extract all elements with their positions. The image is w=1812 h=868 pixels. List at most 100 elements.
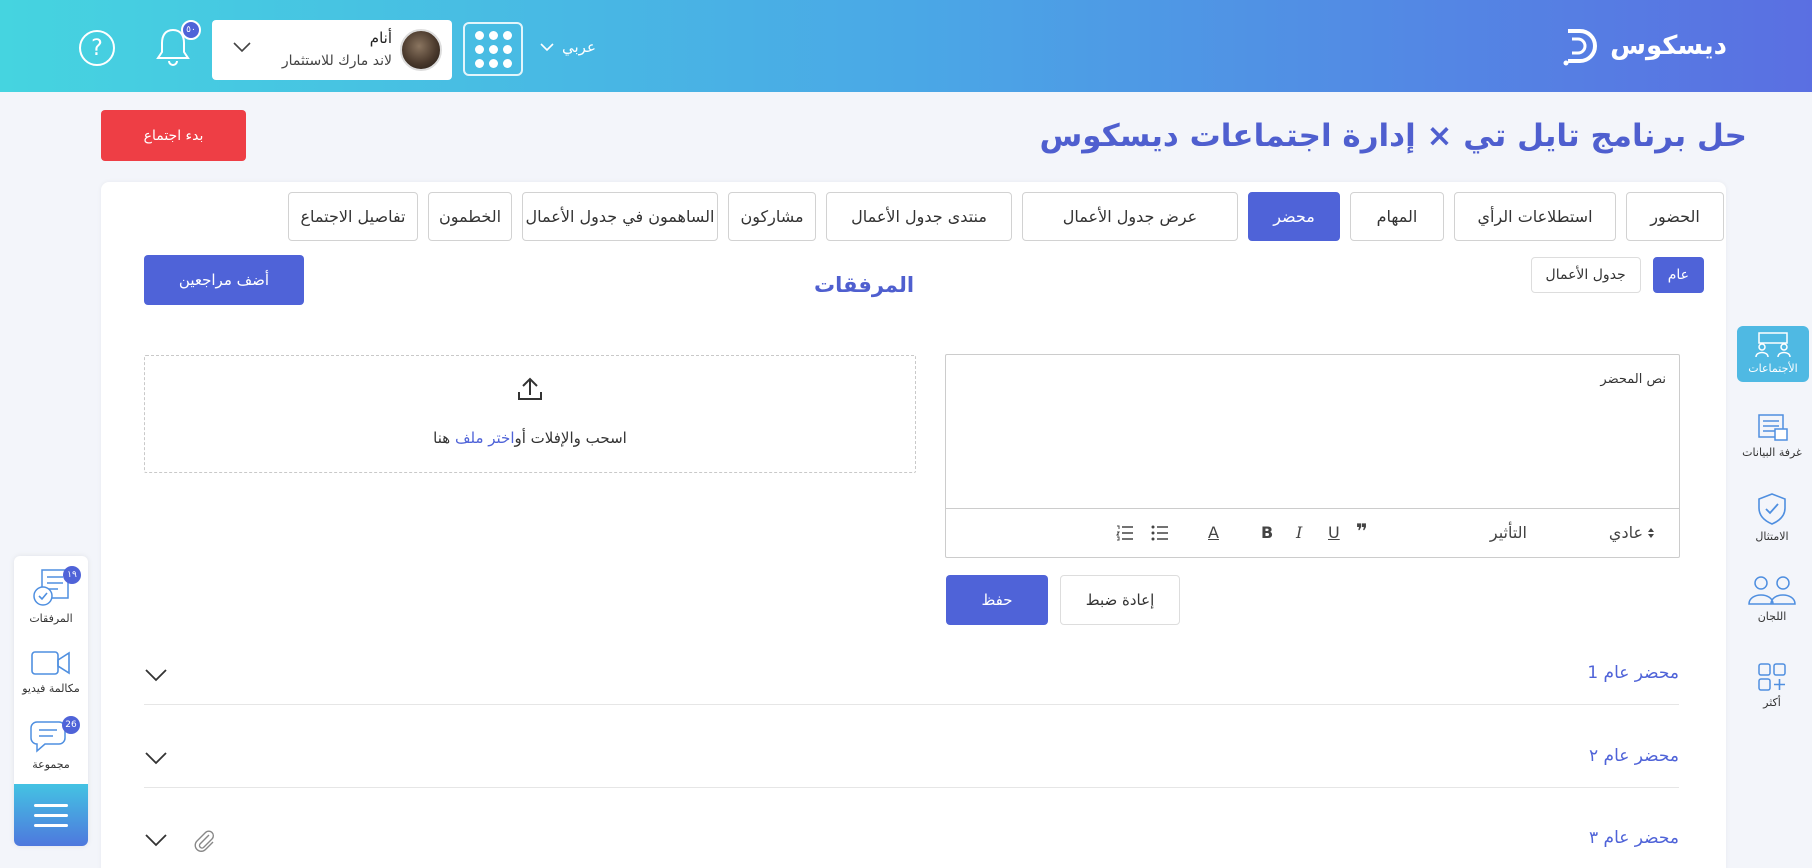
dropzone-suffix: هنا: [433, 429, 455, 447]
sidebar-item-committees[interactable]: اللجان: [1732, 574, 1812, 638]
tab-meeting-details[interactable]: تفاصيل الاجتماع: [288, 192, 418, 241]
logo-mark-icon: [1563, 29, 1598, 66]
quick-item-label: مجموعة: [32, 758, 70, 771]
section-title: المرفقات: [814, 273, 915, 297]
app-logo[interactable]: ديسكوس: [1558, 22, 1727, 70]
avatar: [400, 29, 442, 71]
user-organization: لاند مارك للاستثمار: [281, 53, 392, 69]
subtab-general[interactable]: عام: [1652, 257, 1704, 293]
minutes-subtabs: عام جدول الأعمال: [1530, 257, 1704, 293]
top-header: ديسكوس عربي أنام لاند مارك للاستثمار ٥٠ …: [0, 0, 1812, 92]
accordion-title: محضر عام ٣: [1589, 828, 1679, 848]
paperclip-icon: [194, 830, 215, 852]
minutes-editor: نص المحضر عادي التأثير ❞ U I B A: [945, 354, 1680, 558]
accordion-title: محضر عام ٢: [1589, 746, 1679, 766]
tab-agenda-forum[interactable]: منتدى جدول الأعمال: [826, 192, 1012, 241]
bold-icon[interactable]: B: [1261, 523, 1273, 542]
italic-icon[interactable]: I: [1296, 523, 1302, 542]
tab-agenda-view[interactable]: عرض جدول الأعمال: [1022, 192, 1238, 241]
sidebar-item-meetings[interactable]: الأجتماعات: [1737, 326, 1809, 382]
quick-video-call[interactable]: مكالمة فيديو: [14, 648, 88, 695]
tab-speakers[interactable]: الخطمون: [428, 192, 512, 241]
tab-tasks[interactable]: المهام: [1350, 192, 1444, 241]
apps-dot-icon: [488, 30, 498, 40]
minutes-text-area[interactable]: نص المحضر: [946, 355, 1679, 509]
language-label: عربي: [562, 38, 596, 56]
font-color-icon[interactable]: A: [1208, 523, 1219, 542]
numbered-list-icon[interactable]: [1116, 525, 1134, 541]
subtab-agenda[interactable]: جدول الأعمال: [1530, 257, 1641, 293]
dropzone-instruction: اسحب والإفلات أو: [514, 429, 627, 447]
apps-dot-icon: [502, 58, 512, 68]
apps-dot-icon: [488, 58, 498, 68]
more-grid-icon: [1758, 663, 1786, 691]
apps-dot-icon: [488, 44, 498, 54]
editor-placeholder: نص المحضر: [1600, 372, 1666, 387]
sidebar-item-compliance[interactable]: الامتثال: [1732, 492, 1812, 556]
save-button[interactable]: حفظ: [946, 575, 1048, 625]
meetings-icon: [1755, 332, 1791, 358]
sidebar-item-label: غرفة البيانات: [1742, 446, 1802, 459]
committees-icon: [1748, 576, 1796, 605]
apps-dot-icon: [474, 44, 484, 54]
format-select[interactable]: عادي: [1609, 523, 1655, 542]
choose-file-link[interactable]: اختر ملف: [455, 429, 515, 447]
add-reviewers-button[interactable]: أضف مراجعين: [144, 255, 304, 305]
minutes-accordion-item[interactable]: محضر عام 1: [144, 645, 1679, 705]
user-name: أنام: [369, 29, 392, 47]
left-quick-panel: المرفقات ١٩ مكالمة فيديو مجموعة 26: [14, 556, 88, 846]
notification-badge: ٥٠: [181, 20, 201, 40]
page-title: حل برنامج تايل تي × إدارة اجتماعات ديسكو…: [1039, 118, 1747, 154]
help-button[interactable]: ?: [79, 30, 115, 66]
minutes-accordion-item[interactable]: محضر عام ٣: [144, 810, 1679, 868]
effect-select[interactable]: التأثير: [1490, 523, 1527, 542]
dropzone-text: اسحب والإفلات أواختر ملف هنا: [145, 429, 915, 447]
file-dropzone[interactable]: اسحب والإفلات أواختر ملف هنا: [144, 355, 916, 473]
sidebar-item-more[interactable]: أكثر: [1732, 662, 1812, 726]
apps-dot-icon: [474, 58, 484, 68]
apps-grid-button[interactable]: [463, 22, 523, 76]
hamburger-menu-button[interactable]: [14, 784, 88, 846]
sidebar-item-data-room[interactable]: غرفة البيانات: [1732, 412, 1812, 476]
group-count-badge: 26: [62, 716, 80, 734]
reset-button[interactable]: إعادة ضبط: [1060, 575, 1180, 625]
video-call-icon: [31, 651, 70, 675]
sort-arrows-icon: [1648, 527, 1654, 538]
minutes-accordion-item[interactable]: محضر عام ٢: [144, 728, 1679, 788]
data-room-icon: [1758, 414, 1788, 441]
chevron-down-icon: [233, 42, 251, 53]
format-select-value: عادي: [1608, 523, 1643, 542]
quick-item-label: مكالمة فيديو: [22, 682, 80, 695]
chevron-down-icon[interactable]: [144, 667, 168, 683]
upload-icon: [518, 377, 542, 400]
accordion-title: محضر عام 1: [1587, 663, 1679, 683]
apps-dot-icon: [502, 44, 512, 54]
logo-text: ديسكوس: [1610, 31, 1727, 61]
tab-polls[interactable]: استطلاعات الرأي: [1454, 192, 1616, 241]
user-profile-menu[interactable]: أنام لاند مارك للاستثمار: [212, 20, 452, 80]
tab-participants[interactable]: مشاركون: [728, 192, 816, 241]
apps-dot-icon: [474, 30, 484, 40]
start-meeting-button[interactable]: بدء اجتماع: [101, 110, 246, 161]
sidebar-item-label: اللجان: [1757, 610, 1787, 623]
apps-dot-icon: [502, 30, 512, 40]
bullet-list-icon[interactable]: [1151, 525, 1169, 541]
quote-icon[interactable]: ❞: [1356, 519, 1368, 543]
chevron-down-icon[interactable]: [144, 750, 168, 766]
sidebar-item-label: الأجتماعات: [1748, 362, 1798, 375]
menu-line-icon: [34, 823, 68, 827]
editor-toolbar: عادي التأثير ❞ U I B A: [946, 509, 1679, 559]
sidebar-item-label: الامتثال: [1755, 530, 1789, 543]
underline-icon[interactable]: U: [1328, 523, 1340, 542]
chevron-down-icon[interactable]: [144, 832, 168, 848]
sidebar-item-label: أكثر: [1763, 696, 1781, 709]
help-icon: ?: [91, 35, 103, 61]
language-selector[interactable]: عربي: [540, 38, 596, 56]
chevron-down-icon: [540, 43, 554, 52]
tab-attendance[interactable]: الحضور: [1626, 192, 1724, 241]
meeting-tabs: تفاصيل الاجتماع الخطمون الساهمون في جدول…: [288, 192, 1724, 241]
attachments-count-badge: ١٩: [63, 566, 81, 584]
menu-line-icon: [34, 803, 68, 807]
tab-agenda-contributors[interactable]: الساهمون في جدول الأعمال: [522, 192, 718, 241]
tab-minutes[interactable]: محضر: [1248, 192, 1340, 241]
